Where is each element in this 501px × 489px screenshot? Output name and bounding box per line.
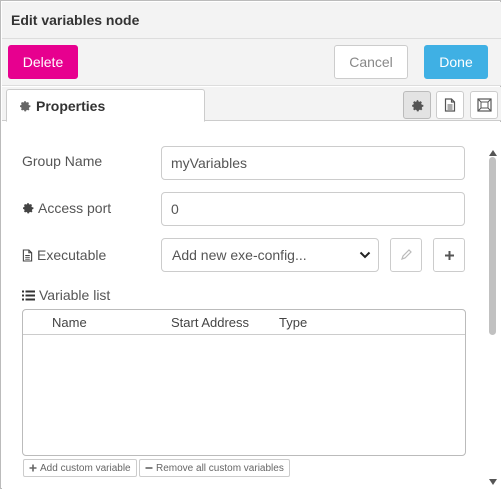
gear-icon xyxy=(19,100,31,112)
access-port-label: Access port xyxy=(22,200,111,216)
group-name-label-text: Group Name xyxy=(22,153,103,169)
tab-appearance[interactable] xyxy=(470,91,498,119)
access-port-input[interactable] xyxy=(161,192,465,226)
minus-icon xyxy=(145,464,153,472)
scroll-down-arrow-icon[interactable] xyxy=(489,472,497,488)
group-name-input[interactable] xyxy=(161,146,465,180)
group-name-label: Group Name xyxy=(22,153,102,169)
frame-icon xyxy=(476,98,492,112)
tab-settings[interactable] xyxy=(403,91,431,119)
properties-panel: Group Name Access port Executable Add ne… xyxy=(2,122,501,489)
gear-icon xyxy=(22,202,34,214)
column-header-start-address: Start Address xyxy=(171,315,250,330)
executable-selected-value: Add new exe-config... xyxy=(172,247,307,263)
remove-all-custom-variables-label: Remove all custom variables xyxy=(156,462,284,474)
variable-table[interactable]: Name Start Address Type xyxy=(22,309,466,456)
executable-label: Executable xyxy=(22,247,106,263)
document-icon xyxy=(444,98,456,112)
cancel-button[interactable]: Cancel xyxy=(334,45,408,79)
remove-all-custom-variables-button[interactable]: Remove all custom variables xyxy=(139,459,290,477)
tab-description[interactable] xyxy=(436,91,464,119)
access-port-label-text: Access port xyxy=(38,200,112,216)
add-exe-config-button[interactable] xyxy=(433,238,465,272)
plus-icon xyxy=(29,464,37,472)
document-icon xyxy=(22,248,33,262)
done-button[interactable]: Done xyxy=(424,45,488,79)
column-header-type: Type xyxy=(279,315,308,330)
dialog-toolbar: Delete Cancel Done xyxy=(2,39,501,86)
tab-properties-label: Properties xyxy=(36,97,106,114)
executable-select[interactable]: Add new exe-config... xyxy=(161,238,379,272)
scrollbar-thumb[interactable] xyxy=(489,157,496,335)
variable-table-header: Name Start Address Type xyxy=(23,310,465,335)
tab-properties[interactable]: Properties xyxy=(6,89,205,122)
chevron-down-icon xyxy=(359,250,371,260)
variable-list-label: Variable list xyxy=(22,287,110,303)
tab-strip: Properties xyxy=(2,87,501,122)
gear-icon xyxy=(411,99,424,112)
executable-label-text: Executable xyxy=(37,247,107,263)
add-custom-variable-button[interactable]: Add custom variable xyxy=(23,459,137,477)
edit-exe-config-button[interactable] xyxy=(390,238,422,272)
variable-list-label-text: Variable list xyxy=(39,287,111,303)
vertical-scrollbar[interactable] xyxy=(487,143,499,488)
edit-node-dialog: Edit variables node Delete Cancel Done P… xyxy=(0,0,501,489)
dialog-title-bar: Edit variables node xyxy=(2,2,501,39)
list-icon xyxy=(22,290,35,301)
column-header-name: Name xyxy=(52,315,87,330)
dialog-title: Edit variables node xyxy=(11,12,140,28)
add-custom-variable-label: Add custom variable xyxy=(40,462,131,474)
delete-button[interactable]: Delete xyxy=(8,45,78,79)
plus-icon xyxy=(444,250,455,261)
pencil-icon xyxy=(400,249,412,261)
